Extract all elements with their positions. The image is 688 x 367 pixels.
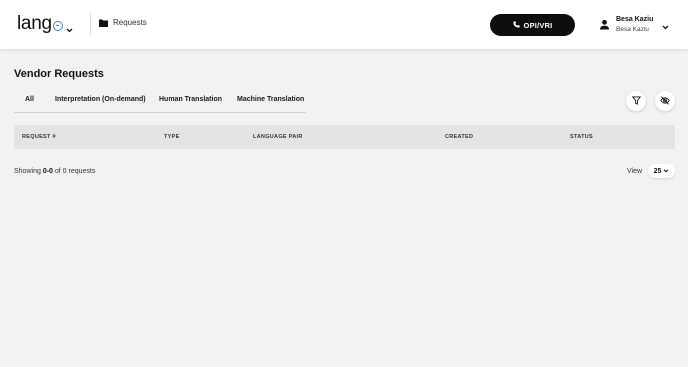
filter-icon [631,92,641,110]
filter-button[interactable] [626,91,646,111]
column-header-status[interactable]: STATUS [570,134,593,140]
eye-off-icon [660,92,670,110]
user-name: Besa Kaziu [616,16,654,23]
logo-o-mark [52,21,63,31]
chevron-down-icon[interactable] [662,17,669,35]
page-size-select[interactable]: 25 [648,164,676,178]
showing-prefix: Showing [14,168,41,175]
requests-table-header: REQUEST # TYPE LANGUAGE PAIR CREATED STA… [14,125,675,149]
column-header-language-pair[interactable]: LANGUAGE PAIR [253,134,303,140]
lango-logo[interactable]: lang [17,13,63,35]
column-header-request[interactable]: REQUEST # [22,134,56,140]
user-subtitle: Besa Kaziu [616,26,649,33]
page-size-value: 25 [653,167,662,175]
logo-text: lang [17,13,52,34]
column-header-created[interactable]: CREATED [445,134,473,140]
chevron-down-icon[interactable] [66,20,73,38]
chevron-down-icon [663,168,669,175]
tab-machine-translation[interactable]: Machine Translation [237,96,304,103]
page-title: Vendor Requests [14,68,104,80]
breadcrumb[interactable]: Requests [99,18,147,27]
tab-interpretation[interactable]: Interpretation (On-demand) [55,96,146,103]
person-icon [599,17,610,35]
view-label: View [627,167,643,175]
opi-vri-label: OPI/VRI [523,20,553,30]
user-menu[interactable]: Besa Kaziu Besa Kaziu [599,15,669,35]
top-bar: lang Requests OPI/VRI Besa Kaziu Besa Ka… [0,0,688,49]
phone-icon [512,20,520,30]
page-size-control: View 25 [627,164,676,178]
column-header-type[interactable]: TYPE [164,134,180,140]
hide-columns-button[interactable] [655,91,675,111]
results-summary: Showing 0-0 of 0 requests [14,168,95,175]
tab-all[interactable]: All [25,96,34,103]
tab-human-translation[interactable]: Human Translation [159,96,222,103]
opi-vri-button[interactable]: OPI/VRI [490,14,575,36]
showing-suffix: of 0 requests [54,168,96,175]
request-type-tabs: All Interpretation (On-demand) Human Tra… [14,92,306,113]
showing-range: 0-0 [42,168,53,175]
folder-icon [99,19,108,27]
header-divider [90,13,91,36]
breadcrumb-label: Requests [113,18,147,27]
